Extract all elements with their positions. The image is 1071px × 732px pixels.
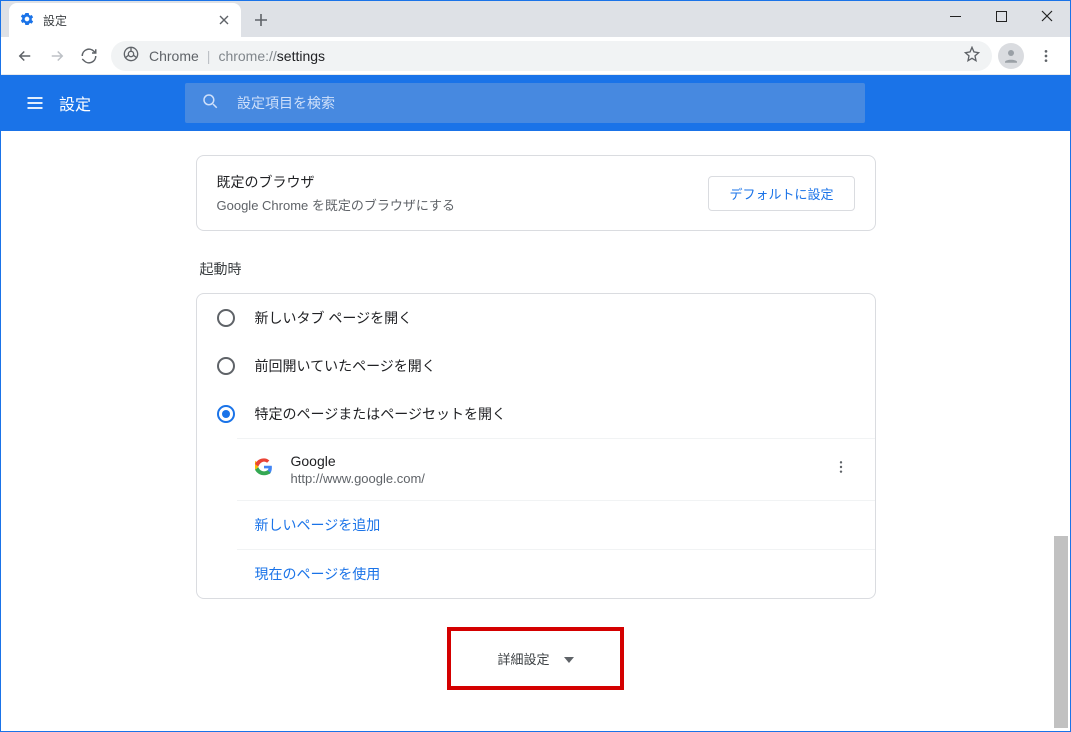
settings-content: 既定のブラウザ Google Chrome を既定のブラウザにする デフォルトに… [196, 131, 876, 690]
profile-avatar[interactable] [998, 43, 1024, 69]
tab-settings[interactable]: 設定 [9, 3, 241, 37]
bookmark-star-icon[interactable] [964, 46, 980, 65]
back-button[interactable] [9, 40, 41, 72]
advanced-settings-button[interactable]: 詳細設定 [447, 627, 623, 690]
page-entry-title: Google [291, 453, 827, 469]
chevron-down-icon [564, 651, 574, 666]
advanced-label: 詳細設定 [497, 649, 549, 668]
url-separator: | [207, 48, 211, 64]
omnibox[interactable]: Chrome | chrome://settings [111, 41, 992, 71]
window-controls [932, 1, 1070, 31]
gear-icon [19, 11, 35, 30]
tab-title: 設定 [43, 12, 217, 29]
radio-icon [217, 309, 235, 327]
scrollbar-thumb[interactable] [1054, 536, 1068, 728]
minimize-button[interactable] [932, 1, 978, 31]
settings-header: 設定 設定項目を検索 [1, 75, 1070, 131]
use-current-pages-link[interactable]: 現在のページを使用 [237, 549, 875, 598]
page-entry-more-button[interactable] [827, 453, 855, 486]
search-placeholder: 設定項目を検索 [237, 93, 335, 113]
radio-label: 新しいタブ ページを開く [255, 308, 413, 328]
forward-button[interactable] [41, 40, 73, 72]
settings-search-input[interactable]: 設定項目を検索 [185, 83, 865, 123]
radio-label: 前回開いていたページを開く [255, 356, 436, 376]
startup-option-newtab[interactable]: 新しいタブ ページを開く [197, 294, 875, 342]
radio-icon [217, 357, 235, 375]
search-icon [201, 92, 219, 115]
reload-button[interactable] [73, 40, 105, 72]
url-path: settings [277, 48, 325, 64]
startup-heading: 起動時 [200, 259, 876, 279]
add-page-link[interactable]: 新しいページを追加 [237, 500, 875, 549]
page-entry-url: http://www.google.com/ [291, 471, 827, 486]
radio-icon [217, 405, 235, 423]
content-scroll-area[interactable]: 既定のブラウザ Google Chrome を既定のブラウザにする デフォルトに… [2, 131, 1069, 730]
new-tab-button[interactable] [247, 6, 275, 34]
url-origin: Chrome [149, 48, 199, 64]
startup-card: 新しいタブ ページを開く 前回開いていたページを開く 特定のページまたはページセ… [196, 293, 876, 599]
hamburger-menu-button[interactable] [15, 83, 55, 123]
maximize-button[interactable] [978, 1, 1024, 31]
default-browser-title: 既定のブラウザ [217, 172, 456, 192]
startup-page-entry: Google http://www.google.com/ [237, 438, 875, 500]
tab-strip: 設定 [1, 1, 1070, 37]
page-title: 設定 [59, 91, 91, 115]
default-browser-card: 既定のブラウザ Google Chrome を既定のブラウザにする デフォルトに… [196, 155, 876, 231]
radio-label: 特定のページまたはページセットを開く [255, 404, 506, 424]
startup-option-specific[interactable]: 特定のページまたはページセットを開く [197, 390, 875, 438]
startup-option-continue[interactable]: 前回開いていたページを開く [197, 342, 875, 390]
chrome-icon [123, 46, 139, 65]
close-window-button[interactable] [1024, 1, 1070, 31]
address-bar: Chrome | chrome://settings [1, 37, 1070, 75]
browser-menu-button[interactable] [1030, 40, 1062, 72]
url-scheme: chrome:// [218, 48, 276, 64]
default-browser-subtitle: Google Chrome を既定のブラウザにする [217, 195, 456, 214]
close-tab-icon[interactable] [217, 10, 231, 30]
google-favicon [255, 458, 273, 481]
set-default-button[interactable]: デフォルトに設定 [708, 176, 854, 211]
